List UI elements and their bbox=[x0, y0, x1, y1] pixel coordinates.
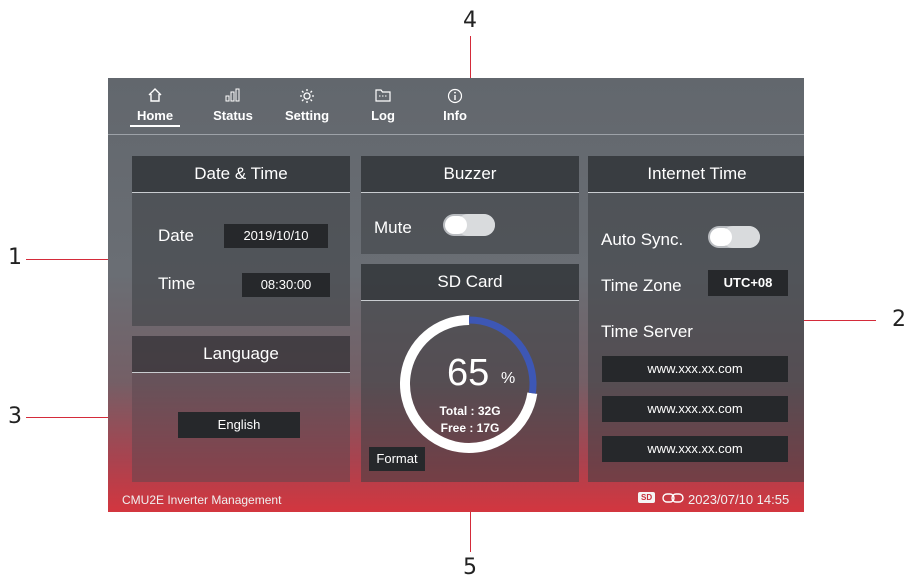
top-nav: Home Status Setting Log Info bbox=[108, 78, 804, 135]
gear-icon bbox=[282, 88, 332, 108]
nav-item-info[interactable]: Info bbox=[430, 88, 480, 123]
callout-number-2: 2 bbox=[892, 307, 906, 332]
nav-item-log[interactable]: Log bbox=[358, 88, 408, 123]
link-icon bbox=[662, 492, 684, 507]
sd-card-title: SD Card bbox=[361, 264, 579, 301]
language-select[interactable]: English bbox=[178, 412, 300, 438]
sd-free: Free : 17G bbox=[440, 421, 500, 435]
internet-time-title: Internet Time bbox=[588, 156, 804, 193]
time-server-label: Time Server bbox=[601, 322, 693, 341]
language-title: Language bbox=[132, 336, 350, 373]
sd-total: Total : 32G bbox=[439, 404, 501, 418]
sd-percent-value: 65 bbox=[447, 352, 490, 394]
nav-item-home[interactable]: Home bbox=[130, 88, 180, 127]
status-datetime: 2023/07/10 14:55 bbox=[688, 492, 790, 507]
folder-icon bbox=[358, 88, 408, 108]
nav-item-info-label: Info bbox=[443, 108, 467, 123]
nav-item-setting[interactable]: Setting bbox=[282, 88, 332, 123]
nav-item-home-label: Home bbox=[130, 108, 180, 127]
mute-toggle-knob bbox=[445, 216, 467, 234]
date-time-panel: Date & Time Date 2019/10/10 Time 08:30:0… bbox=[132, 156, 350, 326]
device-screen: Home Status Setting Log Info Date & Time… bbox=[108, 78, 804, 512]
app-name: CMU2E Inverter Management bbox=[122, 493, 282, 507]
language-panel: Language English bbox=[132, 336, 350, 482]
nav-item-status-label: Status bbox=[213, 108, 253, 123]
buzzer-panel: Buzzer Mute bbox=[361, 156, 579, 254]
time-zone-field[interactable]: UTC+08 bbox=[708, 270, 788, 296]
nav-item-log-label: Log bbox=[371, 108, 395, 123]
time-server-field-2[interactable]: www.xxx.xx.com bbox=[602, 396, 788, 422]
date-time-title: Date & Time bbox=[132, 156, 350, 193]
auto-sync-toggle[interactable] bbox=[708, 226, 760, 248]
time-zone-label: Time Zone bbox=[601, 276, 682, 295]
time-label: Time bbox=[158, 274, 196, 293]
format-button[interactable]: Format bbox=[369, 447, 425, 471]
mute-toggle[interactable] bbox=[443, 214, 495, 236]
callout-number-3: 3 bbox=[8, 404, 22, 429]
sd-card-panel: SD Card 65 % Total : 32G Free : 17G Form… bbox=[361, 264, 579, 482]
bar-chart-icon bbox=[208, 88, 258, 108]
sd-percent-unit: % bbox=[501, 370, 516, 387]
nav-item-status[interactable]: Status bbox=[208, 88, 258, 123]
time-field[interactable]: 08:30:00 bbox=[242, 273, 330, 297]
nav-item-setting-label: Setting bbox=[284, 108, 330, 123]
home-icon bbox=[130, 88, 180, 108]
info-icon bbox=[430, 88, 480, 108]
date-label: Date bbox=[158, 226, 194, 245]
callout-number-4: 4 bbox=[463, 8, 477, 33]
auto-sync-toggle-knob bbox=[710, 228, 732, 246]
callout-number-1: 1 bbox=[8, 245, 22, 270]
mute-label: Mute bbox=[374, 218, 412, 237]
auto-sync-label: Auto Sync. bbox=[601, 230, 684, 249]
time-server-field-1[interactable]: www.xxx.xx.com bbox=[602, 356, 788, 382]
buzzer-title: Buzzer bbox=[361, 156, 579, 193]
internet-time-panel: Internet Time Auto Sync. Time Zone UTC+0… bbox=[588, 156, 804, 482]
time-server-field-3[interactable]: www.xxx.xx.com bbox=[602, 436, 788, 462]
sd-card-icon: SD bbox=[638, 492, 656, 503]
callout-number-5: 5 bbox=[463, 555, 477, 580]
status-bar: CMU2E Inverter Management SD 2023/07/10 … bbox=[108, 488, 804, 512]
date-field[interactable]: 2019/10/10 bbox=[224, 224, 328, 248]
